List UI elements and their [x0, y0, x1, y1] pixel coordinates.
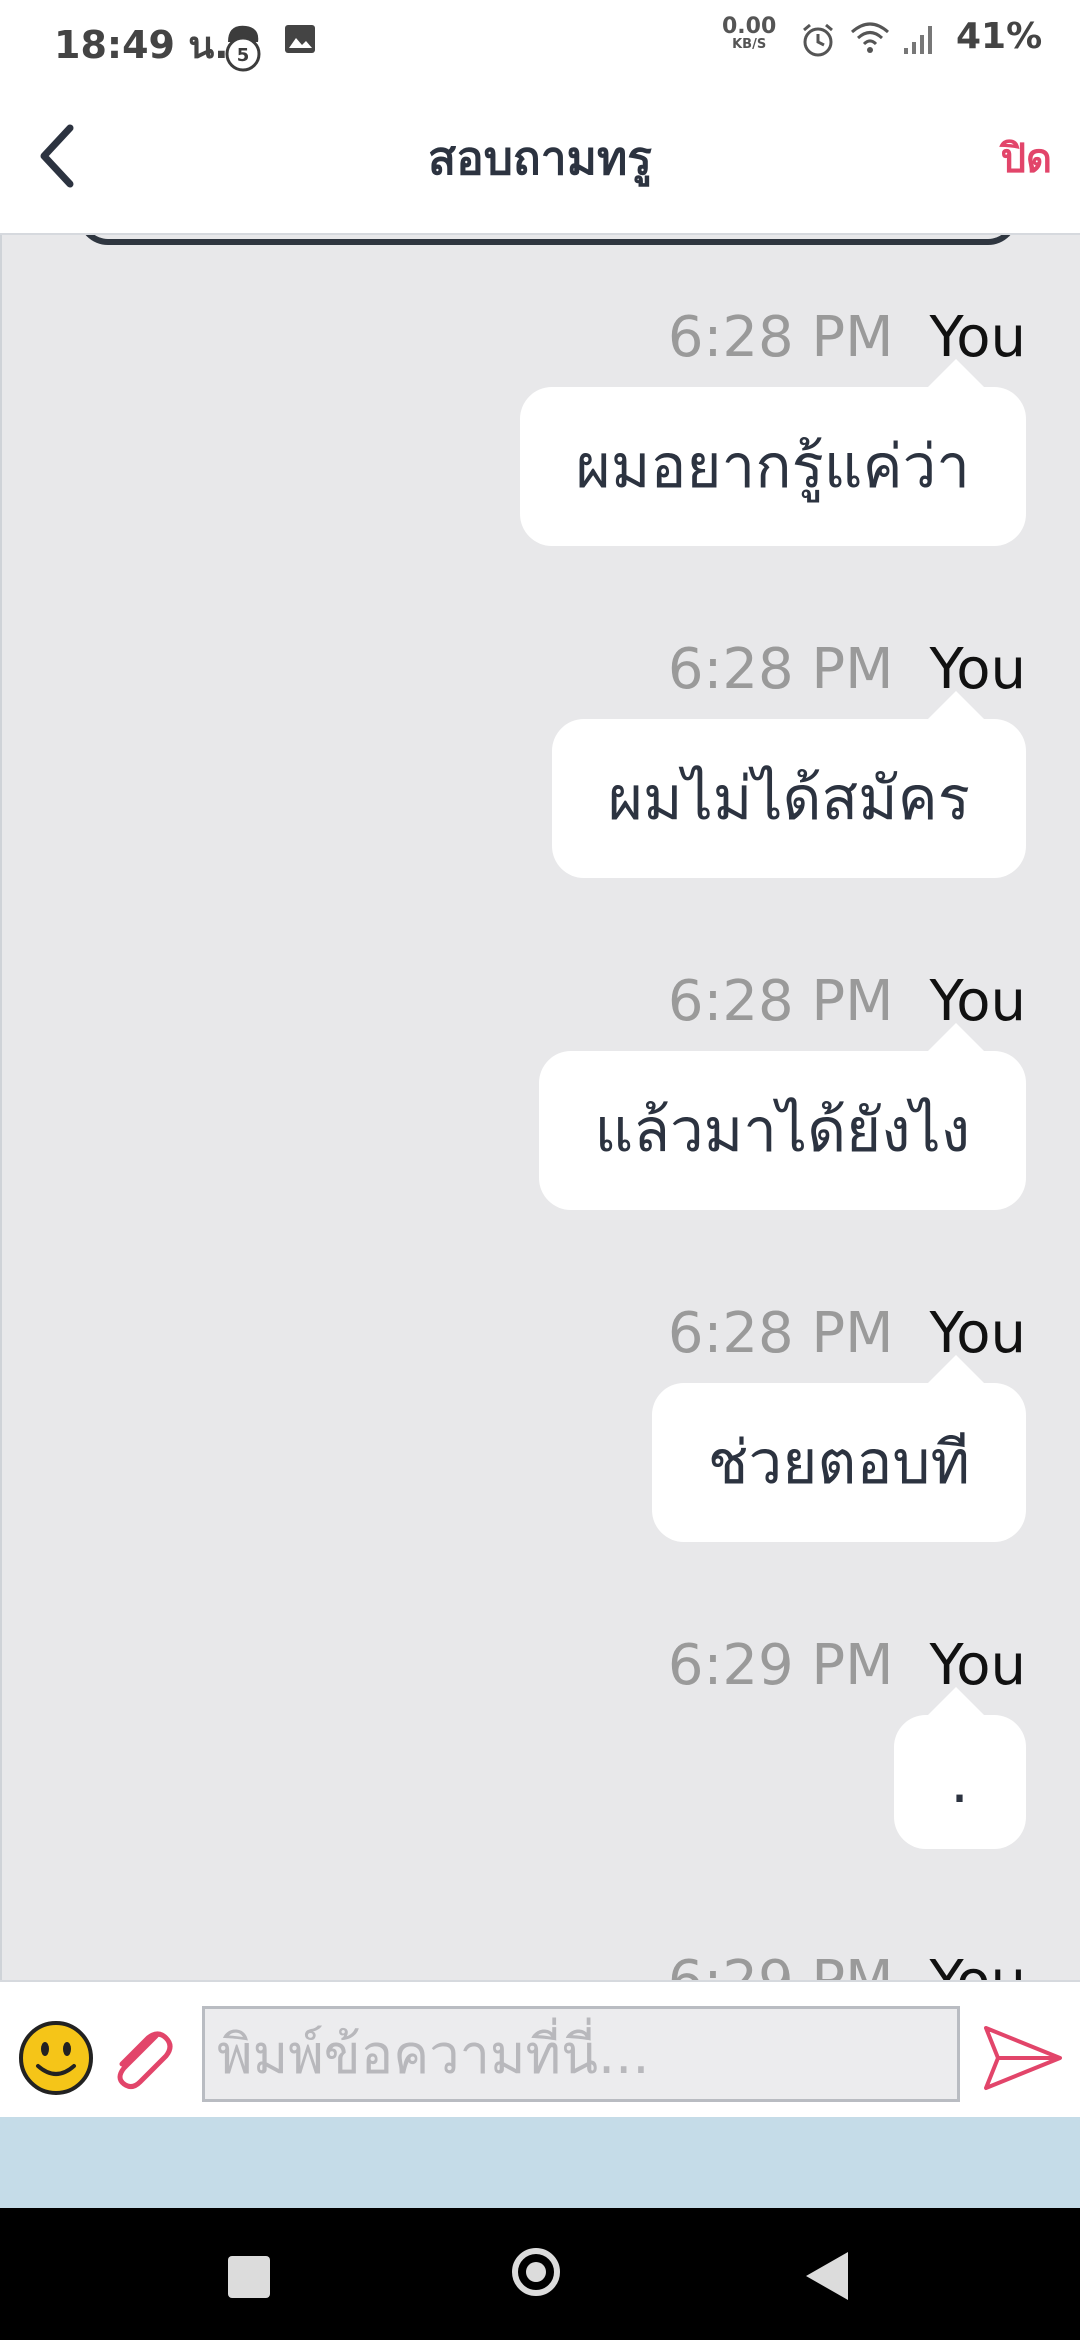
send-button[interactable]: [982, 2022, 1064, 2094]
chat-message: 6:28 PM You ผมไม่ได้สมัคร: [551, 637, 1026, 878]
keyboard-area-strip: [0, 2117, 1080, 2208]
chat-message: 6:28 PM You ผมอยากรู้แค่ว่า: [519, 305, 1026, 546]
chat-message: 6:28 PM You แล้วมาได้ยังไง: [538, 969, 1026, 1210]
system-nav-bar: [0, 2208, 1080, 2340]
status-time: 18:49 น.: [54, 23, 229, 67]
signal-icon: [902, 22, 938, 56]
message-sender: You: [929, 1949, 1026, 1980]
message-bubble[interactable]: ช่วยตอบที: [651, 1355, 1026, 1542]
home-button[interactable]: [512, 2248, 560, 2296]
status-bar: 18:49 น. 5 0.00 KB/S 41%: [0, 0, 1080, 78]
battery-level: 41%: [956, 16, 1043, 57]
recents-button[interactable]: [228, 2256, 270, 2298]
message-time: 6:28 PM: [667, 1301, 894, 1366]
chat-message-list[interactable]: 6:28 PM You ผมอยากรู้แค่ว่า 6:28 PM You ผม…: [0, 235, 1080, 1980]
notification-count: 5: [237, 45, 250, 66]
message-bubble[interactable]: ผมไม่ได้สมัคร: [551, 691, 1026, 878]
message-time: 6:29 PM: [667, 1633, 894, 1698]
system-back-button[interactable]: [806, 2252, 848, 2300]
message-meta: 6:29 PM You: [668, 1949, 1026, 1980]
alarm-icon: [800, 22, 836, 58]
notification-avatar-icon: 5: [222, 22, 264, 72]
close-button[interactable]: ปิด: [1001, 126, 1052, 190]
message-time: 6:28 PM: [667, 305, 894, 370]
wifi-icon: [850, 20, 890, 56]
chat-header: สอบถามทรู ปิด: [0, 78, 1080, 235]
chat-message: 6:29 PM You .: [668, 1633, 1026, 1849]
chat-message: 6:29 PM You: [668, 1949, 1026, 1980]
message-input[interactable]: [202, 2006, 960, 2102]
net-speed: 0.00 KB/S: [722, 14, 777, 54]
emoji-button[interactable]: [18, 2020, 94, 2096]
net-speed-value: 0.00: [722, 14, 777, 39]
message-bubble[interactable]: .: [894, 1687, 1026, 1849]
message-bubble[interactable]: ผมอยากรู้แค่ว่า: [519, 359, 1026, 546]
attach-button[interactable]: [104, 2022, 176, 2094]
previous-message-edge: [78, 235, 1018, 245]
message-bubble[interactable]: แล้วมาได้ยังไง: [538, 1023, 1026, 1210]
message-time: 6:29 PM: [668, 1949, 894, 1980]
chat-message: 6:28 PM You ช่วยตอบที: [651, 1301, 1026, 1542]
emoji-icon: [19, 2021, 93, 2095]
send-icon: [984, 2026, 1062, 2090]
message-composer: [0, 1980, 1080, 2117]
paperclip-icon: [117, 2031, 173, 2090]
message-time: 6:28 PM: [667, 969, 894, 1034]
gallery-icon: [284, 24, 316, 54]
message-time: 6:28 PM: [667, 637, 894, 702]
page-title: สอบถามทรู: [428, 131, 652, 185]
